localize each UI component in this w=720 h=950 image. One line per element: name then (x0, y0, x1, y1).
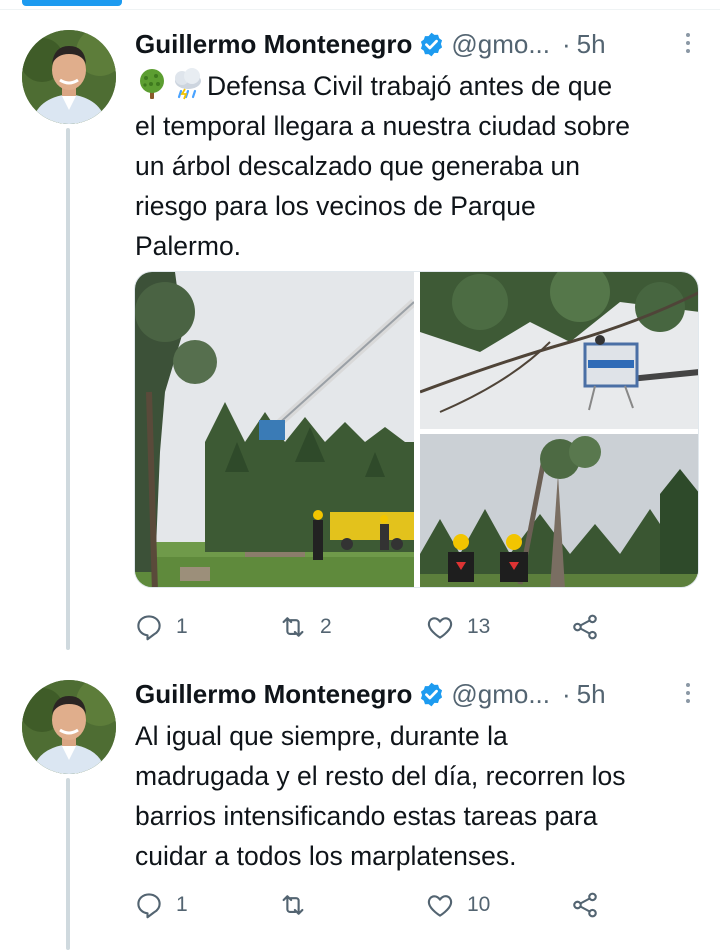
crane-lift-tree-photo[interactable] (135, 272, 414, 587)
share-icon (570, 890, 600, 920)
tweet-text: Al igual que siempre, durante la madruga… (135, 716, 705, 876)
separator: · (562, 28, 571, 59)
text-line: riesgo para los vecinos de Parque (135, 191, 536, 221)
timestamp[interactable]: 5h (577, 29, 606, 60)
tweet-header: Guillermo Montenegro @gmo... · 5h (135, 26, 700, 62)
text-line: Al igual que siempre, durante la (135, 721, 508, 751)
reply-button[interactable]: 1 (134, 888, 188, 922)
like-button[interactable]: 10 (425, 888, 490, 922)
reply-count: 1 (176, 893, 188, 916)
text-line: Defensa Civil trabajó antes de que (207, 71, 613, 101)
more-options-icon[interactable] (680, 678, 696, 708)
more-options-icon[interactable] (680, 28, 696, 58)
tweet[interactable]: Guillermo Montenegro @gmo... · 5h Al igu… (0, 674, 720, 950)
text-line: Palermo. (135, 231, 242, 261)
timestamp[interactable]: 5h (577, 679, 606, 710)
text-line: un árbol descalzado que generaba un (135, 151, 580, 181)
media-grid (134, 271, 699, 588)
like-count: 10 (467, 893, 491, 916)
tree-emoji (135, 67, 169, 101)
share-icon (570, 612, 600, 642)
cloud-with-rain-emoji (171, 67, 205, 101)
retweet-icon (278, 890, 308, 920)
text-line: barrios intensificando estas tareas para (135, 801, 598, 831)
like-icon (425, 612, 455, 642)
reply-button[interactable]: 1 (134, 610, 188, 644)
retweet-icon (278, 612, 308, 642)
like-icon (425, 890, 455, 920)
verified-badge-icon (418, 681, 445, 708)
verified-badge-icon (418, 31, 445, 58)
reply-icon (134, 612, 164, 642)
avatar[interactable] (22, 30, 116, 124)
author-handle[interactable]: @gmo... (451, 679, 550, 710)
like-count: 13 (467, 615, 491, 638)
text-line: madrugada y el resto del día, recorren l… (135, 761, 626, 791)
share-button[interactable] (570, 888, 600, 922)
tweet-actions: 1 10 (134, 888, 614, 922)
retweet-count: 2 (320, 615, 332, 638)
text-line: cuidar a todos los marplatenses. (135, 841, 517, 871)
crane-basket-branches-photo[interactable] (420, 272, 698, 429)
reply-count: 1 (176, 615, 188, 638)
top-divider (0, 9, 720, 10)
tweet-text: Defensa Civil trabajó antes de que el te… (135, 66, 705, 266)
author-name[interactable]: Guillermo Montenegro (135, 29, 412, 60)
avatar[interactable] (22, 680, 116, 774)
author-name[interactable]: Guillermo Montenegro (135, 679, 412, 710)
retweet-button[interactable]: 2 (278, 610, 332, 644)
author-handle[interactable]: @gmo... (451, 29, 550, 60)
like-button[interactable]: 13 (425, 610, 490, 644)
share-button[interactable] (570, 610, 600, 644)
workers-tree-photo[interactable] (420, 434, 698, 587)
top-tab-indicator (22, 0, 122, 6)
tweet-actions: 1 2 13 (134, 610, 614, 644)
retweet-button[interactable] (278, 888, 320, 922)
separator: · (562, 678, 571, 709)
text-line: el temporal llegara a nuestra ciudad sob… (135, 111, 630, 141)
tweet-header: Guillermo Montenegro @gmo... · 5h (135, 676, 700, 712)
reply-icon (134, 890, 164, 920)
tweet[interactable]: Guillermo Montenegro @gmo... · 5h Defens… (0, 24, 720, 664)
